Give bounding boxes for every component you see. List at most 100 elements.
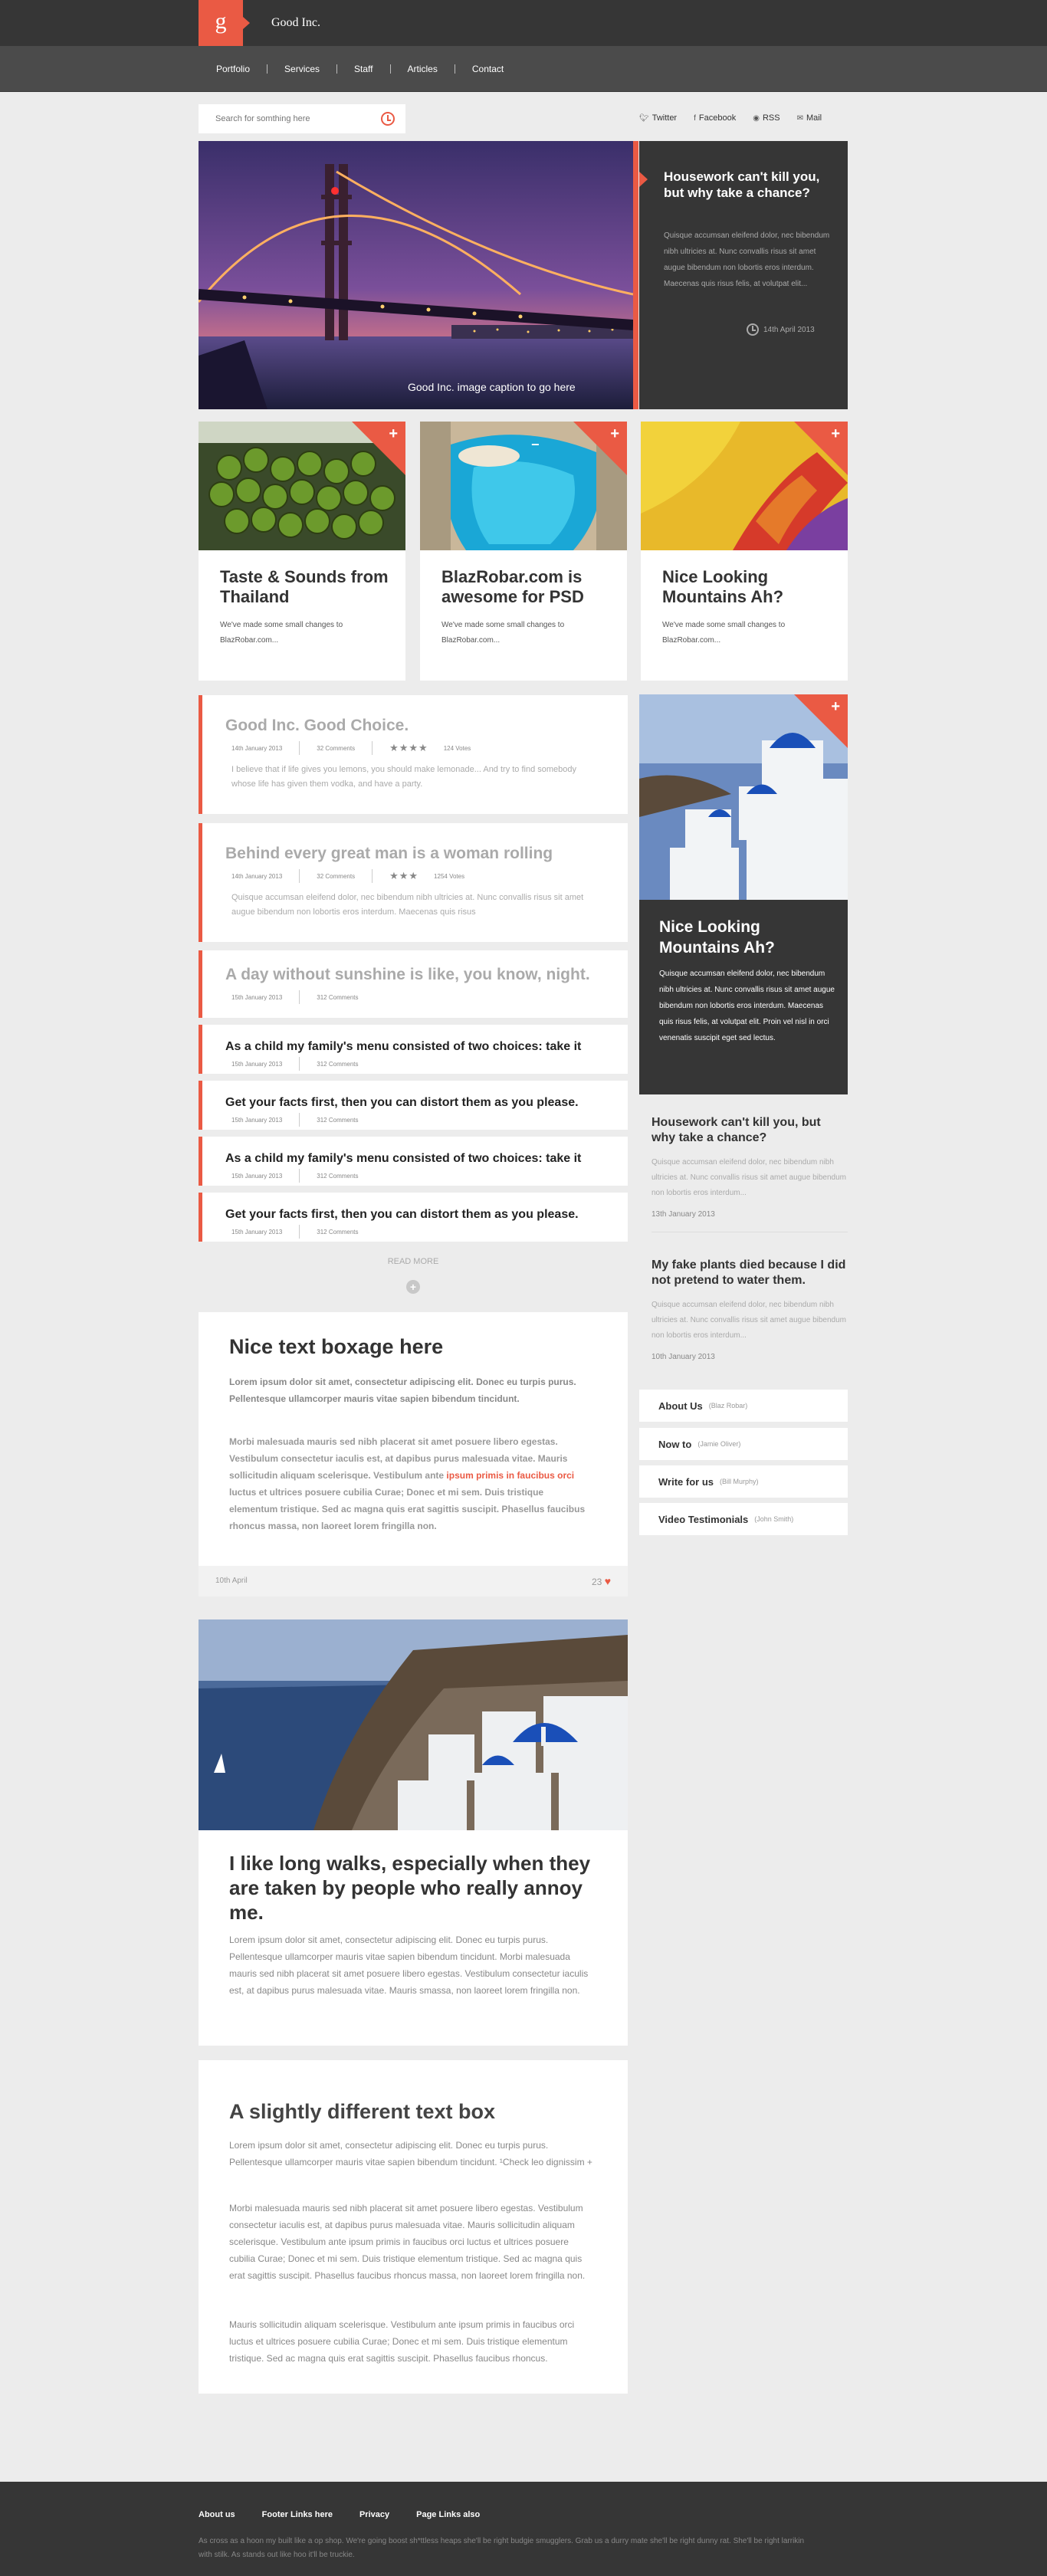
footer-link-about[interactable]: About us <box>199 2510 235 2519</box>
post-meta: 15th January 2013 312 Comments <box>231 1057 359 1071</box>
text-box-title: Nice text boxage here <box>229 1335 444 1358</box>
post-votes: 124 Votes <box>443 744 471 752</box>
sidebar-post[interactable]: My fake plants died because I did not pr… <box>652 1258 848 1361</box>
minus-icon[interactable]: − <box>531 437 540 453</box>
plus-icon[interactable]: + <box>831 699 840 714</box>
plus-icon[interactable]: + <box>610 426 619 441</box>
card-thailand[interactable]: + Taste & Sounds from Thailand We've mad… <box>199 422 405 681</box>
post-comments[interactable]: 312 Comments <box>317 1061 358 1068</box>
footer-link-privacy[interactable]: Privacy <box>359 2510 389 2519</box>
limes-image: + <box>199 422 405 550</box>
nav-staff[interactable]: Staff <box>337 64 391 74</box>
plus-icon[interactable]: + <box>831 426 840 441</box>
post-item[interactable]: Good Inc. Good Choice. 14th January 2013… <box>199 695 628 814</box>
star-rating-icon[interactable]: ★★★★ <box>389 742 428 754</box>
star-rating-icon[interactable]: ★★★ <box>389 870 418 882</box>
read-more-plus-icon[interactable]: + <box>406 1280 420 1294</box>
search-box <box>199 104 405 133</box>
text-box-alt-p2: Morbi malesuada mauris sed nibh placerat… <box>229 2203 586 2281</box>
post-title[interactable]: As a child my family's menu consisted of… <box>225 1040 581 1054</box>
plus-icon[interactable]: + <box>389 426 398 441</box>
post-meta: 15th January 2013 312 Comments <box>231 1225 359 1239</box>
hero-image[interactable] <box>199 141 633 409</box>
sidebar-feature-text: Quisque accumsan eleifend dolor, nec bib… <box>659 970 835 1042</box>
social-facebook[interactable]: f Facebook <box>694 113 736 123</box>
card-title[interactable]: BlazRobar.com is awesome for PSD <box>441 567 610 607</box>
sidebar-post-title[interactable]: My fake plants died because I did not pr… <box>652 1258 848 1288</box>
card-text: We've made some small changes to BlazRob… <box>441 621 565 645</box>
search-input[interactable] <box>199 104 375 133</box>
post-date: 14th January 2013 <box>231 744 283 752</box>
post-comments[interactable]: 312 Comments <box>317 1229 358 1235</box>
nav-portfolio[interactable]: Portfolio <box>201 64 268 74</box>
post-title[interactable]: Behind every great man is a woman rollin… <box>225 845 553 863</box>
card-mountains[interactable]: + Nice Looking Mountains Ah? We've made … <box>641 422 848 681</box>
feature-post[interactable]: I like long walks, especially when they … <box>199 1619 628 2046</box>
beach-image: − + <box>420 422 627 550</box>
footer-text: As cross as a hoon my built like a op sh… <box>199 2537 805 2559</box>
nav-articles[interactable]: Articles <box>391 64 455 74</box>
main-navigation: Portfolio Services Staff Articles Contac… <box>0 46 1047 92</box>
nav-contact[interactable]: Contact <box>455 64 520 74</box>
sidebar-link-about-us[interactable]: About Us (Blaz Robar) <box>639 1390 848 1422</box>
post-meta: 15th January 2013 312 Comments <box>231 990 359 1004</box>
read-more-link[interactable]: READ MORE <box>199 1257 628 1266</box>
logo-arrow <box>243 17 250 29</box>
sidebar-link-label: Write for us <box>658 1475 714 1488</box>
post-item[interactable]: A day without sunshine is like, you know… <box>199 950 628 1018</box>
logo[interactable]: g <box>199 0 243 46</box>
hero-title[interactable]: Housework can't kill you, but why take a… <box>664 169 832 201</box>
sidebar-link-video-testimonials[interactable]: Video Testimonials (John Smith) <box>639 1503 848 1535</box>
hero-text: Quisque accumsan eleifend dolor, nec bib… <box>664 231 830 288</box>
social-twitter[interactable]: 🐦︎ Twitter <box>639 113 677 123</box>
text-box-alt-title: A slightly different text box <box>229 2100 496 2123</box>
like-counter[interactable]: 23 ♥ <box>592 1575 611 1587</box>
post-comments[interactable]: 32 Comments <box>317 745 355 752</box>
card-blazrobar[interactable]: − + BlazRobar.com is awesome for PSD We'… <box>420 422 627 681</box>
top-bar: g Good Inc. <box>0 0 1047 46</box>
post-title[interactable]: Get your facts first, then you can disto… <box>225 1096 579 1110</box>
post-item[interactable]: Get your facts first, then you can disto… <box>199 1081 628 1130</box>
social-links: 🐦︎ Twitter f Facebook ◉ RSS ✉ Mail <box>639 113 839 123</box>
heart-icon[interactable]: ♥ <box>605 1575 611 1587</box>
post-comments[interactable]: 32 Comments <box>317 873 355 880</box>
social-label: RSS <box>762 113 780 123</box>
post-comments[interactable]: 312 Comments <box>317 994 358 1001</box>
feature-post-title[interactable]: I like long walks, especially when they … <box>229 1851 597 1925</box>
sidebar-feature-title[interactable]: Nice Looking Mountains Ah? <box>659 917 828 958</box>
post-item[interactable]: Behind every great man is a woman rollin… <box>199 823 628 942</box>
sidebar-post-title[interactable]: Housework can't kill you, but why take a… <box>652 1115 848 1146</box>
sidebar-link-author: (Blaz Robar) <box>708 1402 748 1409</box>
body-inline-link[interactable]: ipsum primis in faucibus orci <box>446 1470 574 1481</box>
nav-services[interactable]: Services <box>267 64 338 74</box>
post-item[interactable]: Get your facts first, then you can disto… <box>199 1193 628 1242</box>
sidebar-link-now-to[interactable]: Now to (Jamie Oliver) <box>639 1428 848 1460</box>
paint-image: + <box>641 422 848 550</box>
post-comments[interactable]: 312 Comments <box>317 1117 358 1124</box>
sidebar-post[interactable]: Housework can't kill you, but why take a… <box>652 1115 848 1219</box>
post-comments[interactable]: 312 Comments <box>317 1173 358 1180</box>
social-mail[interactable]: ✉ Mail <box>797 113 822 123</box>
search-clock-icon[interactable] <box>381 112 395 126</box>
brand-name[interactable]: Good Inc. <box>271 16 320 30</box>
post-meta: 15th January 2013 312 Comments <box>231 1113 359 1127</box>
post-item[interactable]: As a child my family's menu consisted of… <box>199 1025 628 1074</box>
twitter-icon: 🐦︎ <box>639 113 649 123</box>
body-text: luctus et ultrices posuere cubilia Curae… <box>229 1487 586 1531</box>
sidebar-link-label: Now to <box>658 1438 692 1450</box>
text-box-footer: 10th April 23 ♥ <box>199 1566 628 1596</box>
sidebar-link-write-for-us[interactable]: Write for us (Bill Murphy) <box>639 1465 848 1498</box>
card-title[interactable]: Taste & Sounds from Thailand <box>220 567 389 607</box>
post-title[interactable]: As a child my family's menu consisted of… <box>225 1152 581 1166</box>
post-item[interactable]: As a child my family's menu consisted of… <box>199 1137 628 1186</box>
footer-link-footer-links[interactable]: Footer Links here <box>262 2510 333 2519</box>
footer-link-page-links[interactable]: Page Links also <box>416 2510 480 2519</box>
post-title[interactable]: Good Inc. Good Choice. <box>225 717 409 735</box>
sidebar-feature[interactable]: + Nice Looking Mountains Ah? Quisque acc… <box>639 694 848 1094</box>
hero-date: 14th April 2013 <box>747 323 815 336</box>
social-rss[interactable]: ◉ RSS <box>753 113 780 123</box>
post-title[interactable]: A day without sunshine is like, you know… <box>225 966 590 984</box>
card-title[interactable]: Nice Looking Mountains Ah? <box>662 567 831 607</box>
post-title[interactable]: Get your facts first, then you can disto… <box>225 1208 579 1222</box>
hero-panel: Housework can't kill you, but why take a… <box>639 141 848 409</box>
